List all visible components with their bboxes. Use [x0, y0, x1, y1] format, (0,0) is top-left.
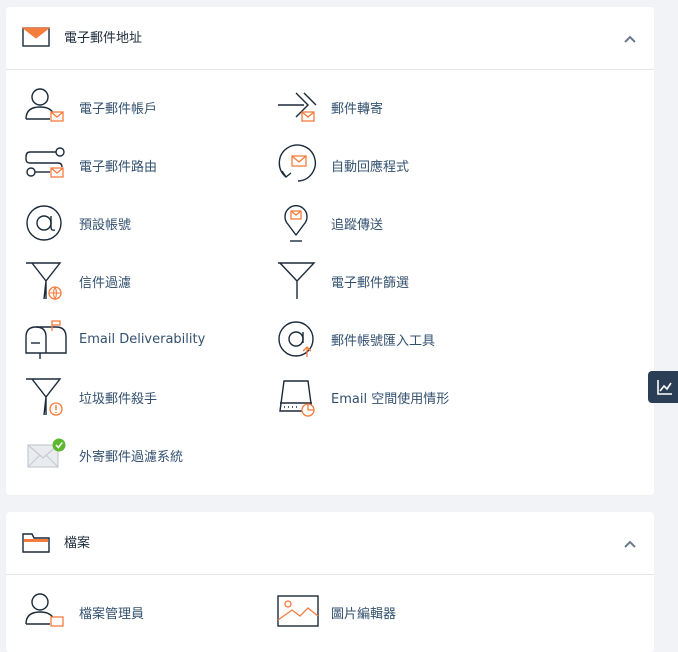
- chart-line-icon: [657, 380, 672, 395]
- spam-filters-item[interactable]: 垃圾郵件殺手: [22, 375, 157, 419]
- autoresponders-label: 自動回應程式: [331, 159, 410, 175]
- email-section-header[interactable]: 電子郵件地址: [6, 7, 654, 70]
- outgoing-filter-item[interactable]: 外寄郵件過濾系統: [22, 433, 183, 477]
- filter-alert-icon: [22, 375, 70, 419]
- at-sign-icon: [22, 201, 70, 245]
- chevron-up-icon[interactable]: [618, 27, 642, 51]
- filter-globe-icon: [22, 259, 70, 303]
- chevron-up-icon[interactable]: [618, 532, 642, 556]
- import-tool-label: 郵件帳號匯入工具: [331, 333, 436, 349]
- files-section-panel: 檔案 檔案管理員 圖片編輯器: [6, 512, 654, 652]
- email-accounts-label: 電子郵件帳戶: [79, 101, 158, 117]
- default-address-label: 預設帳號: [79, 217, 132, 233]
- track-delivery-label: 追蹤傳送: [331, 217, 384, 233]
- forwarders-label: 郵件轉寄: [331, 101, 384, 117]
- stats-sidebar-toggle[interactable]: [648, 371, 678, 403]
- envelope-icon: [21, 27, 51, 51]
- email-routing-label: 電子郵件路由: [79, 159, 158, 175]
- forward-mail-icon: [274, 85, 322, 129]
- spam-filters-label: 垃圾郵件殺手: [79, 391, 158, 407]
- file-manager-item[interactable]: 檔案管理員: [22, 590, 144, 634]
- email-routing-item[interactable]: 電子郵件路由: [22, 143, 157, 187]
- filter-icon: [274, 259, 322, 303]
- autoresponder-icon: [274, 143, 322, 187]
- location-pin-icon: [274, 201, 322, 245]
- email-deliverability-item[interactable]: Email Deliverability: [22, 317, 205, 361]
- image-icon: [274, 590, 322, 634]
- forwarders-item[interactable]: 郵件轉寄: [274, 85, 383, 129]
- disk-usage-item[interactable]: Email 空間使用情形: [274, 375, 449, 419]
- global-filters-item[interactable]: 信件過濾: [22, 259, 131, 303]
- folder-icon: [22, 532, 50, 558]
- track-delivery-item[interactable]: 追蹤傳送: [274, 201, 383, 245]
- mail-check-icon: [22, 433, 70, 477]
- at-import-icon: [274, 317, 322, 361]
- email-filters-label: 電子郵件篩選: [331, 275, 410, 291]
- routing-icon: [22, 143, 70, 187]
- outgoing-filter-label: 外寄郵件過濾系統: [79, 449, 184, 465]
- disk-usage-icon: [274, 375, 322, 419]
- default-address-item[interactable]: 預設帳號: [22, 201, 131, 245]
- section-title-email: 電子郵件地址: [64, 31, 143, 46]
- email-section-panel: 電子郵件地址 電子郵件帳戶 郵件轉寄 電子郵件路由 自動回應程式 預設帳號 追蹤…: [6, 7, 654, 495]
- user-file-icon: [22, 590, 70, 634]
- email-deliverability-label: Email Deliverability: [79, 331, 206, 347]
- email-accounts-item[interactable]: 電子郵件帳戶: [22, 85, 157, 129]
- autoresponders-item[interactable]: 自動回應程式: [274, 143, 409, 187]
- mailbox-icon: [22, 317, 70, 361]
- import-tool-item[interactable]: 郵件帳號匯入工具: [274, 317, 435, 361]
- global-filters-label: 信件過濾: [79, 275, 132, 291]
- user-mail-icon: [22, 85, 70, 129]
- files-section-header[interactable]: 檔案: [6, 512, 654, 575]
- image-editor-item[interactable]: 圖片編輯器: [274, 590, 396, 634]
- disk-usage-label: Email 空間使用情形: [331, 391, 450, 407]
- email-filters-item[interactable]: 電子郵件篩選: [274, 259, 409, 303]
- file-manager-label: 檔案管理員: [79, 606, 145, 622]
- section-title-files: 檔案: [64, 536, 91, 551]
- image-editor-label: 圖片編輯器: [331, 606, 397, 622]
